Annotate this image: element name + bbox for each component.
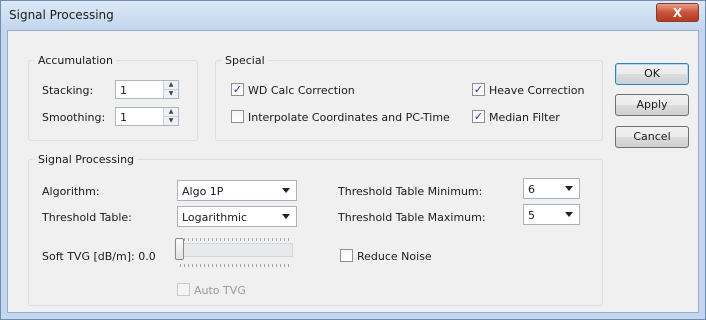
threshold-max-select[interactable]: 5 (523, 204, 580, 225)
stacking-spinner[interactable]: 1 ▲ ▼ (115, 80, 179, 99)
close-button[interactable]: X (656, 3, 699, 22)
soft-tvg-slider-thumb[interactable] (175, 238, 184, 260)
stacking-spin-buttons: ▲ ▼ (163, 81, 178, 98)
chevron-down-icon (565, 212, 573, 217)
cancel-button[interactable]: Cancel (615, 126, 689, 148)
stacking-down-arrow-icon[interactable]: ▼ (164, 90, 178, 98)
median-filter-label[interactable]: Median Filter (489, 111, 560, 124)
special-group: Special (215, 54, 603, 141)
threshold-table-label: Threshold Table: (42, 211, 132, 224)
threshold-table-value: Logarithmic (182, 211, 248, 224)
threshold-min-select[interactable]: 6 (523, 178, 580, 199)
smoothing-value: 1 (120, 111, 127, 124)
auto-tvg-label: Auto TVG (194, 284, 246, 297)
smoothing-up-arrow-icon[interactable]: ▲ (164, 108, 178, 117)
chevron-down-icon (282, 214, 290, 219)
threshold-min-label: Threshold Table Minimum: (338, 185, 483, 198)
smoothing-spin-buttons: ▲ ▼ (163, 108, 178, 125)
title-bar[interactable]: Signal Processing X (1, 1, 705, 31)
wd-calc-correction-label[interactable]: WD Calc Correction (248, 84, 355, 97)
algorithm-value: Algo 1P (182, 185, 224, 198)
reduce-noise-label[interactable]: Reduce Noise (357, 250, 432, 263)
close-icon: X (672, 6, 683, 20)
window-title: Signal Processing (9, 8, 114, 22)
heave-correction-checkbox[interactable]: ✓ (472, 83, 485, 96)
stacking-value: 1 (120, 84, 127, 97)
interpolate-coordinates-label[interactable]: Interpolate Coordinates and PC-Time (248, 111, 450, 124)
slider-ticks-top (180, 238, 290, 241)
smoothing-down-arrow-icon[interactable]: ▼ (164, 117, 178, 125)
threshold-table-select[interactable]: Logarithmic (177, 206, 297, 227)
smoothing-label: Smoothing: (42, 111, 106, 124)
algorithm-label: Algorithm: (42, 185, 100, 198)
wd-calc-correction-checkbox[interactable]: ✓ (231, 83, 244, 96)
stacking-label: Stacking: (42, 84, 94, 97)
reduce-noise-checkbox[interactable] (340, 249, 353, 262)
auto-tvg-checkbox (177, 283, 190, 296)
special-group-label: Special (222, 54, 268, 67)
accumulation-group: Accumulation (28, 54, 198, 141)
signal-processing-group-label: Signal Processing (35, 153, 138, 166)
stacking-up-arrow-icon[interactable]: ▲ (164, 81, 178, 90)
chevron-down-icon (565, 186, 573, 191)
signal-processing-group: Signal Processing (28, 153, 603, 306)
slider-ticks-bottom (180, 264, 290, 267)
accumulation-group-label: Accumulation (35, 54, 116, 67)
smoothing-spinner[interactable]: 1 ▲ ▼ (115, 107, 179, 126)
soft-tvg-label: Soft TVG [dB/m]: 0.0 (42, 250, 156, 263)
threshold-max-value: 5 (528, 209, 535, 222)
threshold-min-value: 6 (528, 183, 535, 196)
apply-button[interactable]: Apply (615, 94, 689, 116)
algorithm-select[interactable]: Algo 1P (177, 180, 297, 201)
median-filter-checkbox[interactable]: ✓ (472, 110, 485, 123)
ok-button[interactable]: OK (615, 63, 689, 85)
interpolate-coordinates-checkbox[interactable] (231, 110, 244, 123)
soft-tvg-slider-track[interactable] (176, 243, 293, 257)
threshold-max-label: Threshold Table Maximum: (338, 211, 486, 224)
heave-correction-label[interactable]: Heave Correction (489, 84, 584, 97)
chevron-down-icon (282, 188, 290, 193)
